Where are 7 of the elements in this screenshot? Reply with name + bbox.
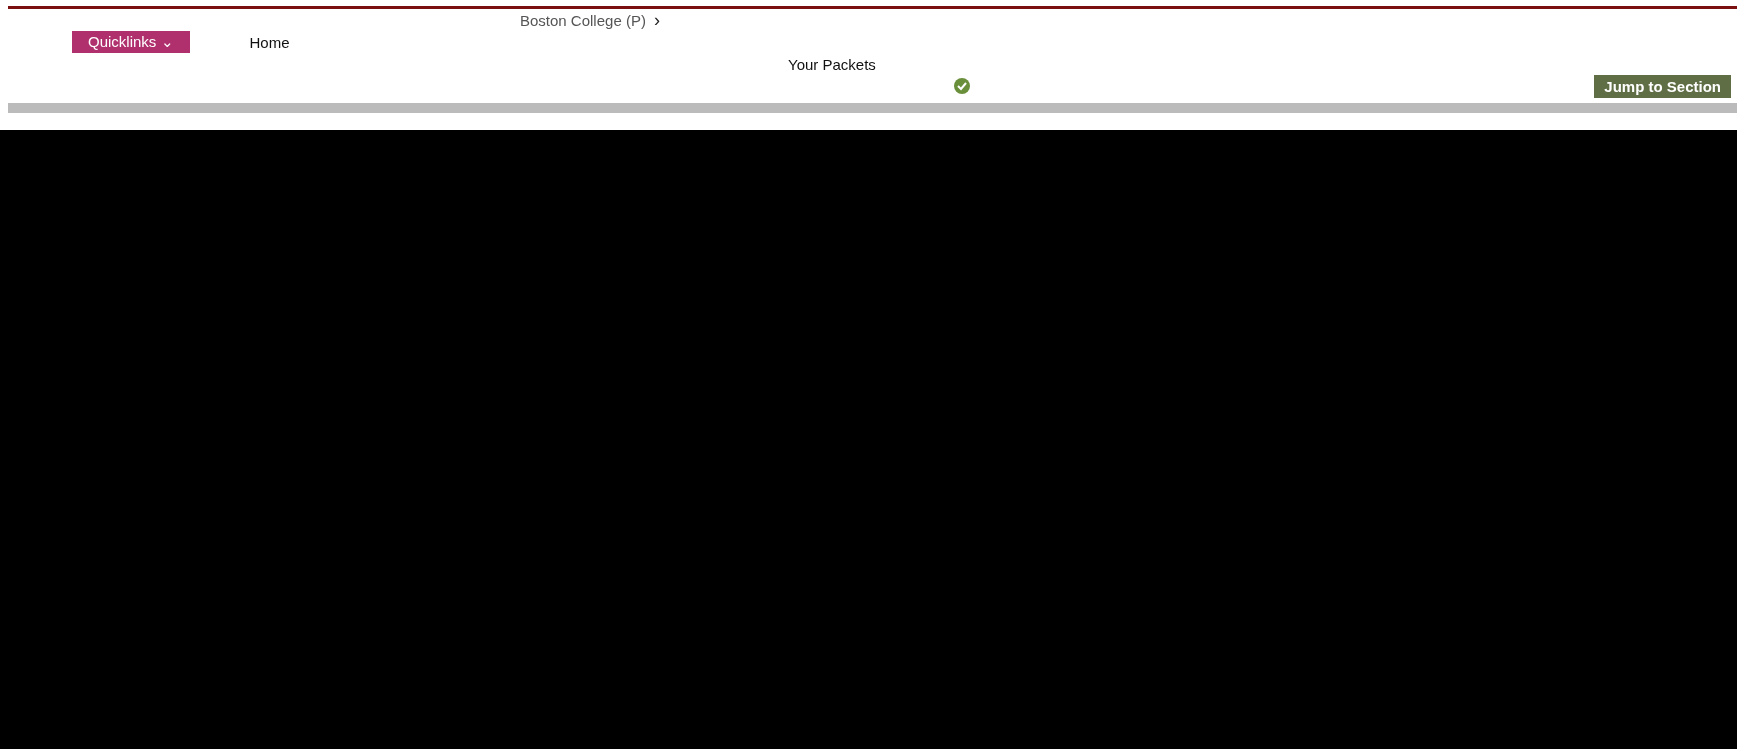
check-icon	[953, 77, 971, 95]
quicklinks-button[interactable]: Quicklinks ⌄	[72, 31, 190, 53]
chevron-icon: ›	[653, 9, 660, 31]
packets-link[interactable]: Your Packets	[788, 55, 876, 73]
breadcrumb-link[interactable]: Boston College (P)	[520, 11, 646, 29]
home-link[interactable]: Home	[249, 33, 290, 51]
jump-to-section-button[interactable]: Jump to Section	[1594, 74, 1731, 98]
